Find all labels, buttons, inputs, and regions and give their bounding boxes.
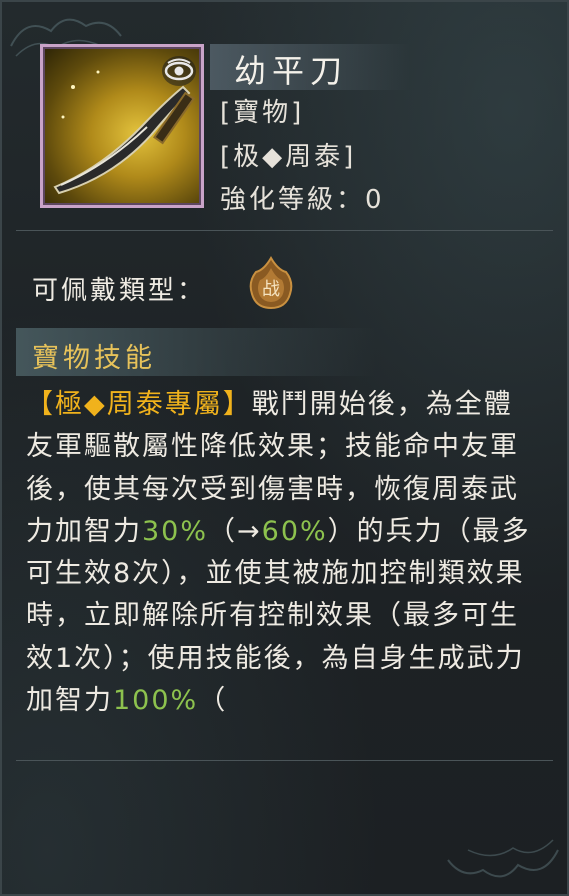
enhance-level: 強化等級：0 [220,179,385,216]
cloud-ornament-icon [447,839,559,878]
item-exclusive-hero: [极◆周泰] [220,142,357,172]
skill-description: 【極◆周泰專屬】戰鬥開始後，為全體友軍驅散屬性降低效果；技能命中友軍後，使其每次… [26,384,538,756]
skill-text-segment: 60% [261,515,328,547]
item-name: 幼平刀 [234,52,349,90]
divider [16,230,553,231]
enhance-level-value: 0 [365,185,385,215]
eye-icon [164,58,194,81]
view-eye-button[interactable] [162,56,196,86]
skill-text-segment: 30% [142,515,209,547]
equip-type-label: 可佩戴類型： [32,276,207,306]
war-type-text: 战 [262,279,280,300]
item-category: [寶物] [220,98,305,128]
skill-text-segment: （→ [208,515,262,547]
item-detail-panel: 幼平刀 [寶物] [极◆周泰] 強化等級：0 可佩戴類型： 战 寶物技能 【極◆… [0,0,569,896]
skill-section-title: 寶物技能 [32,343,156,374]
skill-text-segment: （ [198,685,228,717]
skill-text-segment: 【極◆周泰專屬】 [26,389,252,420]
war-type-icon: 战 [249,256,293,310]
skill-text-segment: 100% [113,685,199,717]
enhance-level-label: 強化等級： [220,185,366,215]
divider [16,760,553,761]
